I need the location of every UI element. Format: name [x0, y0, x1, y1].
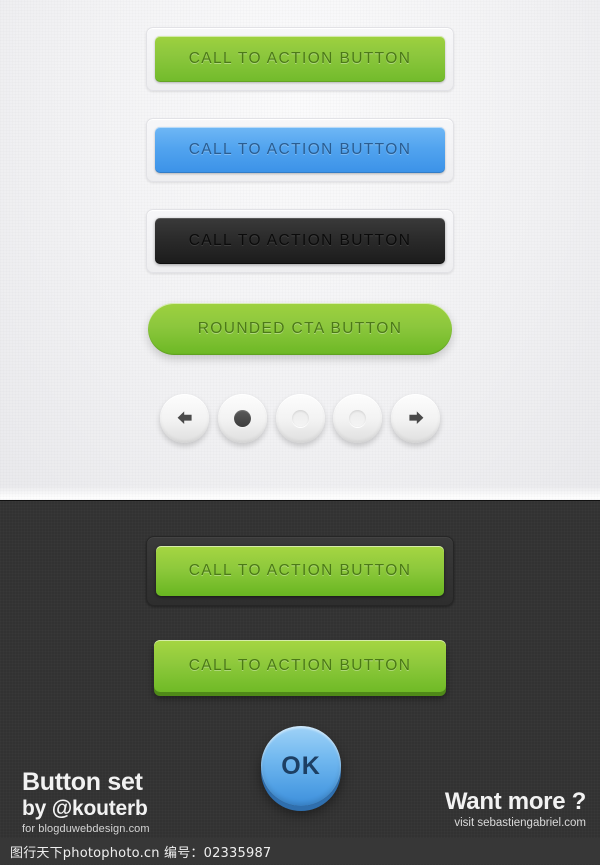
cta-frame-dark: CALL TO ACTION BUTTON [146, 209, 454, 273]
nav-prev-button[interactable] [160, 393, 209, 443]
circle-nav-group [160, 392, 440, 444]
panel-divider [0, 486, 600, 500]
promo-right: Want more ? visit sebastiengabriel.com [445, 788, 586, 831]
nav-dot-1-button[interactable] [217, 393, 267, 443]
cta-frame-green: CALL TO ACTION BUTTON [146, 27, 454, 91]
dot-filled-icon [233, 409, 251, 427]
screenshot-canvas: CALL TO ACTION BUTTON CALL TO ACTION BUT… [0, 0, 600, 865]
credits-author: by @kouterb [22, 797, 148, 820]
cta-button-green[interactable]: CALL TO ACTION BUTTON [155, 36, 445, 82]
promo-title: Want more ? [444, 788, 586, 815]
credits-site: for blogduwebdesign.com [22, 823, 150, 835]
watermark-text: 图行天下photophoto.cn 编号：02335987 [10, 845, 272, 861]
credits-title: Button set [22, 768, 143, 796]
promo-link: visit sebastiengabriel.com [454, 817, 586, 829]
dot-empty-icon [291, 409, 309, 427]
cta-frame-dark-green: CALL TO ACTION BUTTON [146, 536, 454, 606]
arrow-right-icon [408, 411, 423, 424]
dot-empty-icon [349, 409, 367, 427]
ok-button[interactable]: OK [261, 726, 341, 806]
cta-button-dark-section-green[interactable]: CALL TO ACTION BUTTON [156, 546, 444, 596]
cta-button-blue[interactable]: CALL TO ACTION BUTTON [155, 127, 445, 173]
arrow-left-icon [177, 411, 192, 424]
credits-left: Button set by @kouterb for blogduwebdesi… [22, 768, 150, 837]
cta-button-3d-green[interactable]: CALL TO ACTION BUTTON [154, 640, 446, 692]
nav-next-button[interactable] [391, 393, 440, 443]
rounded-cta-button[interactable]: ROUNDED CTA BUTTON [148, 303, 452, 355]
nav-dot-3-button[interactable] [333, 393, 383, 443]
watermark-bar: 图行天下photophoto.cn 编号：02335987 [0, 838, 600, 864]
nav-dot-2-button[interactable] [275, 393, 325, 443]
cta-button-dark[interactable]: CALL TO ACTION BUTTON [155, 218, 445, 264]
cta-frame-blue: CALL TO ACTION BUTTON [146, 118, 454, 182]
